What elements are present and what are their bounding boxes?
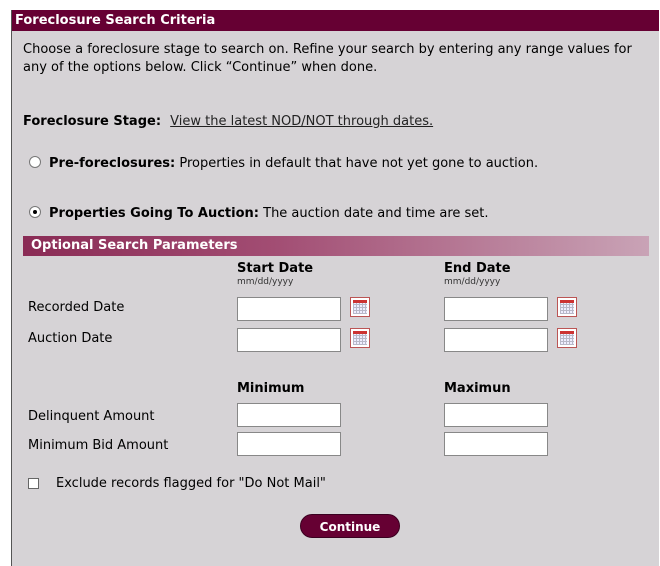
delinquent-amount-label: Delinquent Amount	[28, 409, 155, 424]
pre-foreclosures-desc: Properties in default that have not yet …	[179, 156, 539, 171]
min-bid-max-input[interactable]	[444, 432, 548, 456]
min-bid-min-input[interactable]	[237, 432, 341, 456]
stage-label: Foreclosure Stage:	[23, 114, 162, 129]
intro-text: Choose a foreclosure stage to search on.…	[23, 42, 632, 75]
recorded-start-date-input[interactable]	[237, 297, 341, 321]
auction-start-calendar-icon[interactable]	[350, 328, 370, 348]
auction-end-date-input[interactable]	[444, 328, 548, 352]
stage-row: Foreclosure Stage: View the latest NOD/N…	[23, 114, 433, 129]
start-date-heading: Start Date	[237, 261, 314, 276]
recorded-date-label: Recorded Date	[28, 300, 125, 315]
optional-params-header: Optional Search Parameters	[23, 236, 649, 256]
auction-date-label: Auction Date	[28, 331, 113, 346]
going-to-auction-radio[interactable]	[29, 206, 41, 218]
going-to-auction-title: Properties Going To Auction:	[49, 206, 259, 221]
exclude-do-not-mail-checkbox[interactable]	[28, 478, 39, 489]
minimum-heading: Minimum	[237, 381, 305, 396]
auction-end-calendar-icon[interactable]	[557, 328, 577, 348]
delinquent-min-input[interactable]	[237, 403, 341, 427]
option-going-to-auction[interactable]: Properties Going To Auction: The auction…	[23, 205, 643, 223]
end-date-format: mm/dd/yyyy	[444, 277, 501, 287]
option-pre-foreclosures[interactable]: Pre-foreclosures: Properties in default …	[23, 155, 643, 173]
exclude-do-not-mail-label: Exclude records flagged for "Do Not Mail…	[56, 476, 326, 491]
minimum-bid-label: Minimum Bid Amount	[28, 438, 169, 453]
auction-start-date-input[interactable]	[237, 328, 341, 352]
maximum-heading: Maximun	[444, 381, 511, 396]
delinquent-max-input[interactable]	[444, 403, 548, 427]
recorded-end-calendar-icon[interactable]	[557, 297, 577, 317]
continue-button[interactable]: Continue	[300, 514, 400, 538]
recorded-start-calendar-icon[interactable]	[350, 297, 370, 317]
nod-not-dates-link[interactable]: View the latest NOD/NOT through dates.	[170, 114, 433, 129]
panel-title: Foreclosure Search Criteria	[12, 10, 659, 31]
pre-foreclosures-title: Pre-foreclosures:	[49, 156, 176, 171]
start-date-format: mm/dd/yyyy	[237, 277, 294, 287]
recorded-end-date-input[interactable]	[444, 297, 548, 321]
end-date-heading: End Date	[444, 261, 511, 276]
pre-foreclosures-radio[interactable]	[29, 156, 41, 168]
going-to-auction-desc: The auction date and time are set.	[263, 206, 489, 221]
search-panel: Foreclosure Search Criteria Choose a for…	[11, 10, 659, 566]
